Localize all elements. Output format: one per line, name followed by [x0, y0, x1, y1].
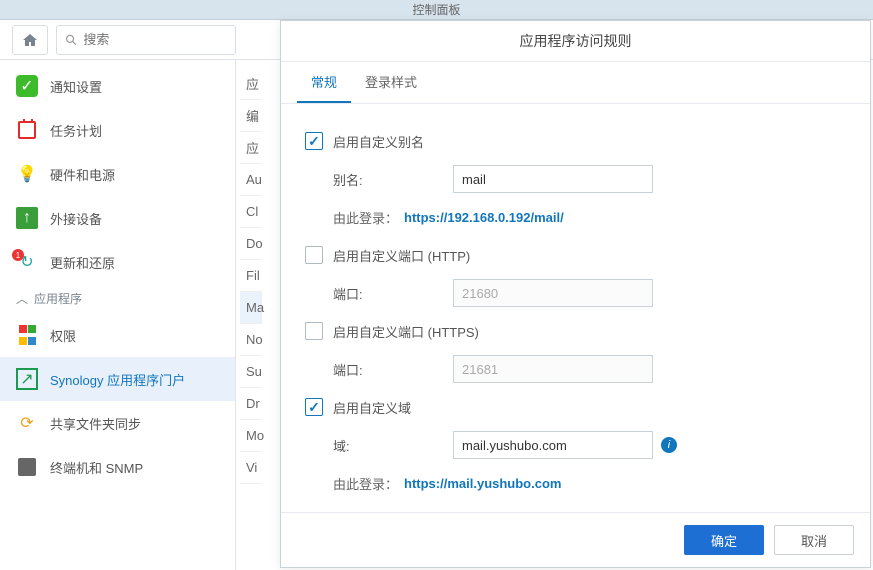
list-item[interactable]: Vi [240, 452, 262, 484]
list-item[interactable]: Au [240, 164, 262, 196]
checkbox-custom-alias[interactable] [305, 132, 323, 150]
sidebar-item-label: 外接设备 [50, 209, 102, 228]
sidebar-item-label: 更新和还原 [50, 253, 115, 272]
list-item[interactable]: Dr [240, 388, 262, 420]
bulb-icon: 💡 [16, 163, 38, 185]
search-icon [65, 33, 77, 47]
search-input[interactable] [83, 32, 227, 47]
form-general: 启用自定义别名 别名: 由此登录： https://192.168.0.192/… [281, 104, 870, 512]
dialog-title: 应用程序访问规则 [281, 21, 870, 62]
sidebar-item-privileges[interactable]: 权限 [0, 313, 235, 357]
list-item[interactable]: 编 [240, 100, 262, 132]
checkbox-custom-http-port[interactable] [305, 246, 323, 264]
sidebar-item-label: 硬件和电源 [50, 165, 115, 184]
label-login-from: 由此登录： [333, 208, 398, 227]
sidebar-item-external-devices[interactable]: ↑ 外接设备 [0, 196, 235, 240]
input-https-port [453, 355, 653, 383]
info-icon[interactable]: i [661, 437, 677, 453]
list-item[interactable]: Su [240, 356, 262, 388]
sidebar-item-label: 通知设置 [50, 77, 102, 96]
label-port: 端口: [333, 284, 453, 303]
label-domain: 域: [333, 436, 453, 455]
sidebar-item-label: 共享文件夹同步 [50, 414, 141, 433]
badge: 1 [12, 249, 24, 261]
cancel-button[interactable]: 取消 [774, 525, 854, 555]
sidebar-item-shared-sync[interactable]: ⟳ 共享文件夹同步 [0, 401, 235, 445]
label-alias: 别名: [333, 170, 453, 189]
sidebar-item-label: Synology 应用程序门户 [50, 370, 185, 389]
list-item[interactable]: 应 [240, 68, 262, 100]
refresh-icon: ↻1 [16, 251, 38, 273]
list-item[interactable]: Fil [240, 260, 262, 292]
label-custom-https-port: 启用自定义端口 (HTTPS) [333, 322, 479, 341]
sidebar-group-toggle[interactable]: ︿ 应用程序 [0, 284, 235, 313]
sidebar-item-task-scheduler[interactable]: 任务计划 [0, 108, 235, 152]
label-port: 端口: [333, 360, 453, 379]
list-item[interactable]: Ma [240, 292, 262, 324]
label-custom-http-port: 启用自定义端口 (HTTP) [333, 246, 470, 265]
ok-button[interactable]: 确定 [684, 525, 764, 555]
portal-icon: ↗ [16, 368, 38, 390]
search-box[interactable] [56, 25, 236, 55]
sidebar-item-hardware-power[interactable]: 💡 硬件和电源 [0, 152, 235, 196]
link-alias-url[interactable]: https://192.168.0.192/mail/ [404, 210, 564, 225]
list-item[interactable]: Cl [240, 196, 262, 228]
window-titlebar: 控制面板 [0, 0, 873, 20]
input-domain[interactable] [453, 431, 653, 459]
list-item[interactable]: 应 [240, 132, 262, 164]
sidebar-item-notification[interactable]: ✓ 通知设置 [0, 64, 235, 108]
sidebar-item-label: 权限 [50, 326, 76, 345]
terminal-icon [16, 456, 38, 478]
tab-bar: 常规 登录样式 [281, 62, 870, 104]
input-alias[interactable] [453, 165, 653, 193]
checkbox-custom-domain[interactable] [305, 398, 323, 416]
app-list: 应 编 应 Au Cl Do Fil Ma No Su Dr Mo Vi [236, 60, 266, 492]
calendar-icon [16, 119, 38, 141]
grid-icon [16, 324, 38, 346]
sidebar-item-app-portal[interactable]: ↗ Synology 应用程序门户 [0, 357, 235, 401]
sidebar-item-update-restore[interactable]: ↻1 更新和还原 [0, 240, 235, 284]
sidebar-group-label: 应用程序 [34, 290, 82, 307]
dialog-buttons: 确定 取消 [281, 512, 870, 567]
label-custom-alias: 启用自定义别名 [333, 132, 424, 151]
window-title: 控制面板 [412, 1, 460, 18]
sidebar-item-label: 终端机和 SNMP [50, 458, 143, 477]
input-http-port [453, 279, 653, 307]
dialog-app-access-rules: 应用程序访问规则 常规 登录样式 启用自定义别名 别名: 由此登录： https… [280, 20, 871, 568]
list-item[interactable]: Mo [240, 420, 262, 452]
list-item[interactable]: Do [240, 228, 262, 260]
link-domain-url[interactable]: https://mail.yushubo.com [404, 476, 561, 491]
tab-login-style[interactable]: 登录样式 [351, 62, 431, 103]
home-button[interactable] [12, 25, 48, 55]
label-custom-domain: 启用自定义域 [333, 398, 411, 417]
list-item[interactable]: No [240, 324, 262, 356]
tab-general[interactable]: 常规 [297, 62, 351, 103]
chevron-up-icon: ︿ [16, 290, 28, 307]
sidebar: ✓ 通知设置 任务计划 💡 硬件和电源 ↑ 外接设备 ↻1 更新和还原 ︿ 应用… [0, 60, 236, 570]
chat-bubble-icon: ✓ [16, 75, 38, 97]
sync-icon: ⟳ [16, 412, 38, 434]
checkbox-custom-https-port[interactable] [305, 322, 323, 340]
home-icon [22, 32, 38, 48]
upload-icon: ↑ [16, 207, 38, 229]
sidebar-item-label: 任务计划 [50, 121, 102, 140]
sidebar-item-terminal-snmp[interactable]: 终端机和 SNMP [0, 445, 235, 489]
label-login-from: 由此登录： [333, 474, 398, 493]
